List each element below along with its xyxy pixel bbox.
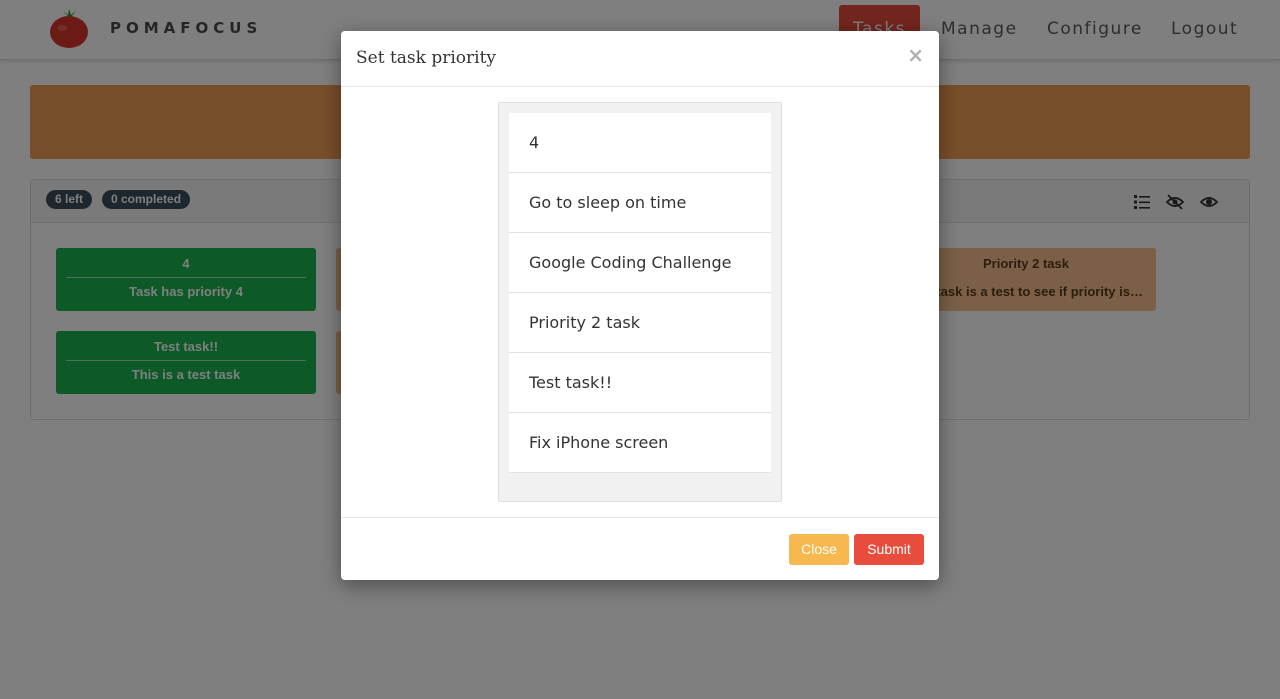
submit-button[interactable]: Submit xyxy=(854,534,924,565)
priority-list-item[interactable]: Test task!! xyxy=(509,353,771,413)
priority-modal: Set task priority × 4 Go to sleep on tim… xyxy=(341,31,939,580)
priority-list-item[interactable]: Priority 2 task xyxy=(509,293,771,353)
modal-title: Set task priority xyxy=(356,48,497,68)
close-button[interactable]: Close xyxy=(789,534,849,565)
close-icon[interactable]: × xyxy=(907,43,924,67)
priority-list-item[interactable]: Google Coding Challenge xyxy=(509,233,771,293)
priority-list: 4 Go to sleep on time Google Coding Chal… xyxy=(498,102,782,502)
priority-list-item[interactable]: Fix iPhone screen xyxy=(509,413,771,473)
modal-footer: Close Submit xyxy=(341,517,939,580)
modal-header: Set task priority × xyxy=(341,31,939,87)
priority-list-item[interactable]: Go to sleep on time xyxy=(509,173,771,233)
priority-list-item[interactable]: 4 xyxy=(509,113,771,173)
